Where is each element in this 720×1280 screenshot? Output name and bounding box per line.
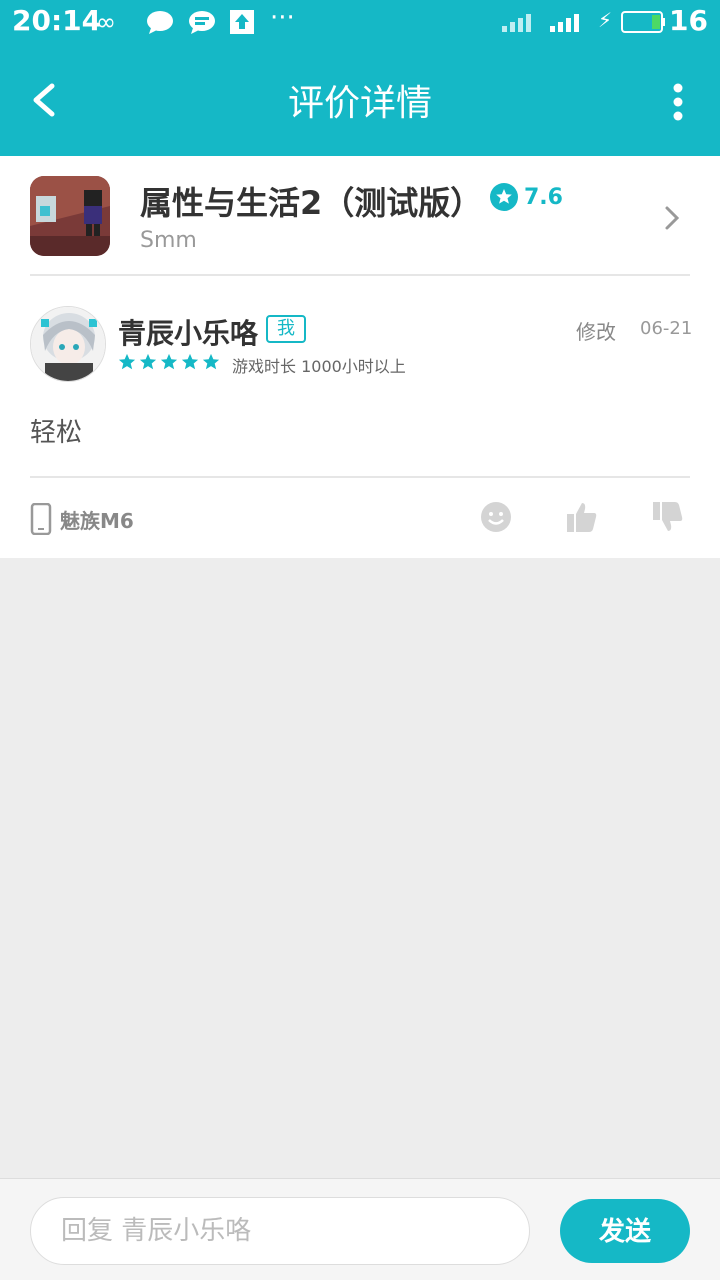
chevron-right-icon	[665, 206, 680, 230]
message-icon	[189, 11, 215, 34]
playtime: 游戏时长 1000小时以上	[232, 357, 406, 376]
reply-bar: 发送	[0, 1178, 720, 1280]
thumbs-up-icon[interactable]	[565, 500, 599, 534]
device-name: 魅族M6	[60, 508, 134, 533]
star-icon	[139, 353, 157, 370]
star-badge-icon	[490, 183, 518, 211]
review-content: 轻松	[30, 418, 83, 448]
battery-percent: 16	[669, 4, 708, 37]
more-menu-icon[interactable]	[672, 82, 684, 122]
review-card: 属性与生活2（测试版） 7.6 Smm 青辰小乐咯 我 游戏时长 1000小时以…	[0, 156, 720, 558]
star-icon	[160, 353, 178, 370]
send-button[interactable]: 发送	[560, 1199, 690, 1263]
emoji-icon[interactable]	[479, 500, 513, 534]
status-bar: 20:14 ∞ ··· ⚡ 16	[0, 0, 720, 44]
infinity-icon: ∞	[96, 8, 116, 36]
reply-input[interactable]	[30, 1197, 530, 1265]
chat-bubble-icon	[147, 11, 173, 34]
app-bar: 评价详情	[0, 44, 720, 156]
rating-stars	[118, 353, 223, 371]
me-badge: 我	[266, 315, 306, 343]
username[interactable]: 青辰小乐咯	[118, 312, 258, 352]
thumbs-down-icon[interactable]	[651, 500, 685, 534]
phone-icon	[30, 503, 52, 535]
page-title: 评价详情	[287, 83, 432, 124]
signal-icon	[502, 14, 531, 32]
star-icon	[202, 353, 220, 370]
signal-4g-icon	[550, 14, 579, 32]
device-info: 魅族M6	[30, 502, 134, 536]
score-value: 7.6	[524, 184, 563, 210]
game-name: 属性与生活2（测试版）	[140, 184, 483, 222]
charging-icon: ⚡	[598, 8, 613, 32]
review-date: 06-21	[640, 318, 693, 339]
game-score: 7.6	[490, 182, 563, 212]
avatar[interactable]	[30, 306, 106, 382]
status-time: 20:14	[12, 4, 102, 37]
battery-icon	[621, 11, 665, 33]
edit-button[interactable]: 修改	[576, 316, 616, 345]
star-icon	[181, 353, 199, 370]
game-info-row[interactable]: 属性与生活2（测试版） 7.6 Smm	[30, 176, 690, 276]
divider	[30, 274, 690, 276]
upload-icon	[230, 10, 254, 34]
divider	[30, 476, 690, 478]
more-notifications-icon: ···	[270, 3, 295, 33]
developer-name: Smm	[140, 228, 197, 253]
game-icon	[30, 176, 110, 256]
star-icon	[118, 353, 136, 370]
